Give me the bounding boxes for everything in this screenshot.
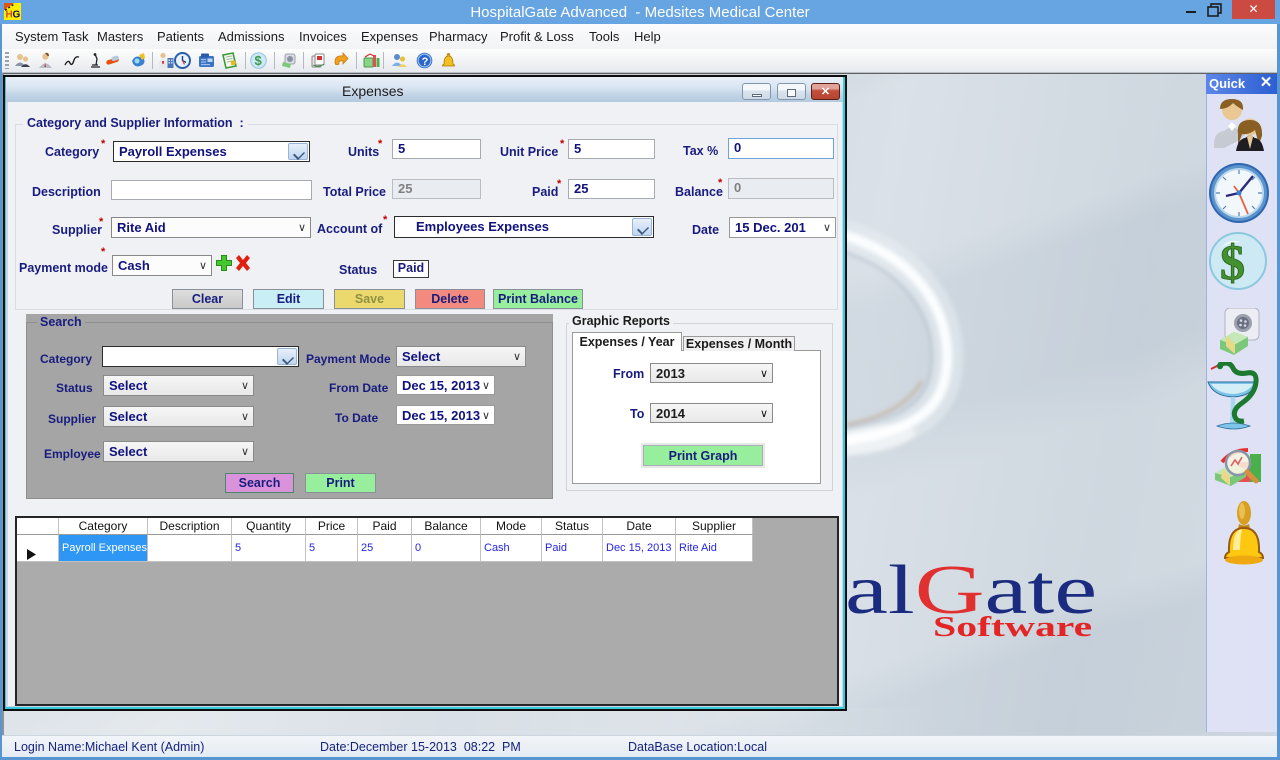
svg-text:$: $ [255, 53, 263, 68]
svg-text:$: $ [1220, 234, 1245, 290]
svg-text:?: ? [422, 56, 429, 68]
svg-text:G: G [13, 10, 21, 21]
